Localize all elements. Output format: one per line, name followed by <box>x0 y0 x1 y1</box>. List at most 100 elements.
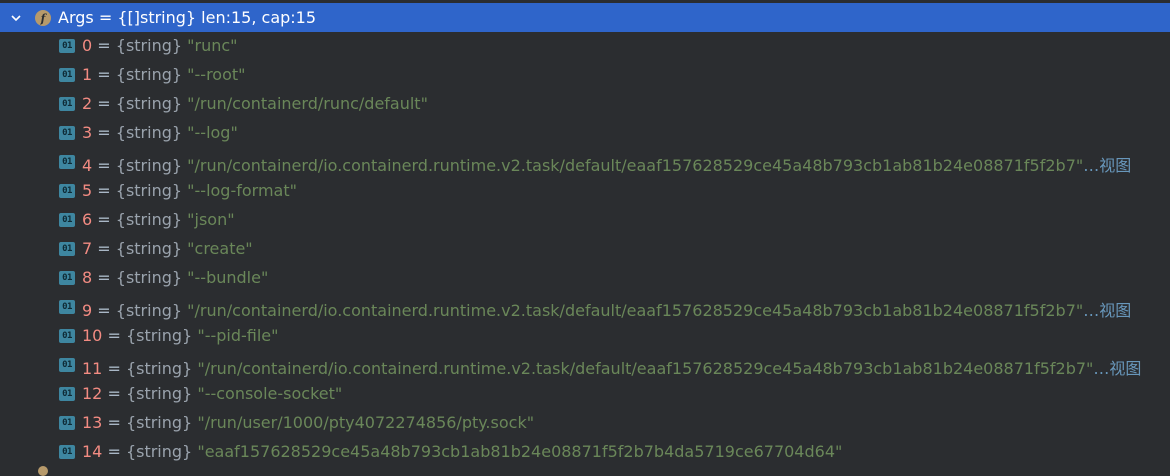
element-index: 0 <box>82 36 93 55</box>
element-label: 0 = {string} "runc" <box>82 36 238 55</box>
element-label: 8 = {string} "--bundle" <box>82 268 268 287</box>
tree-node-element[interactable]: 01 6 = {string} "json" <box>0 206 1170 235</box>
element-type: {string} <box>125 326 193 345</box>
equals-sign: = <box>92 239 116 258</box>
element-index: 11 <box>82 359 103 378</box>
element-label: 7 = {string} "create" <box>82 239 253 258</box>
element-value: "/run/containerd/io.containerd.runtime.v… <box>197 359 1094 378</box>
element-index: 2 <box>82 94 93 113</box>
primitive-value-icon: 01 <box>59 184 75 198</box>
node-label: Args = {[]string} len:15, cap:15 <box>58 8 316 27</box>
primitive-value-icon: 01 <box>59 445 75 459</box>
field-icon: f <box>35 10 51 26</box>
equals-sign: = <box>92 36 116 55</box>
element-type: {string} <box>115 94 183 113</box>
element-value: "/run/containerd/runc/default" <box>187 94 428 113</box>
primitive-value-icon: 01 <box>59 416 75 430</box>
primitive-value-icon: 01 <box>59 387 75 401</box>
element-type: {string} <box>115 181 183 200</box>
tree-node-element[interactable]: 01 12 = {string} "--console-socket" <box>0 380 1170 409</box>
element-label: 13 = {string} "/run/user/1000/pty4072274… <box>82 413 534 432</box>
equals-sign: = <box>93 8 118 27</box>
tree-node-element[interactable]: 01 3 = {string} "--log" <box>0 119 1170 148</box>
primitive-value-icon: 01 <box>59 126 75 140</box>
element-value: "/run/containerd/io.containerd.runtime.v… <box>187 301 1084 320</box>
element-type: {string} <box>125 442 193 461</box>
tree-node-element[interactable]: 01 7 = {string} "create" <box>0 235 1170 264</box>
element-label: 10 = {string} "--pid-file" <box>82 326 279 345</box>
element-index: 8 <box>82 268 93 287</box>
element-type: {string} <box>115 268 183 287</box>
equals-sign: = <box>92 301 116 320</box>
field-icon-partial <box>38 466 48 476</box>
equals-sign: = <box>92 123 116 142</box>
equals-sign: = <box>92 156 116 175</box>
view-more-link[interactable]: …视图 <box>1083 156 1131 175</box>
element-type: {string} <box>125 359 193 378</box>
view-more-link[interactable]: …视图 <box>1083 301 1131 320</box>
element-type: {string} <box>115 65 183 84</box>
tree-node-element[interactable]: 01 8 = {string} "--bundle" <box>0 264 1170 293</box>
tree-node-element[interactable]: 01 9 = {string} "/run/containerd/io.conta… <box>0 293 1170 322</box>
variable-name: Args <box>58 8 94 27</box>
equals-sign: = <box>92 181 116 200</box>
tree-node-args[interactable]: f Args = {[]string} len:15, cap:15 <box>0 3 1170 32</box>
element-value: "--pid-file" <box>197 326 279 345</box>
element-label: 4 = {string} "/run/containerd/io.contain… <box>82 152 1131 176</box>
element-type: {string} <box>115 301 183 320</box>
chevron-down-icon[interactable] <box>9 11 23 25</box>
element-index: 7 <box>82 239 93 258</box>
equals-sign: = <box>102 442 126 461</box>
element-type: {string} <box>115 156 183 175</box>
primitive-value-icon: 01 <box>59 358 75 372</box>
element-value: "--log" <box>187 123 238 142</box>
tree-node-element[interactable]: 01 14 = {string} "eaaf157628529ce45a48b79… <box>0 438 1170 467</box>
element-value: "--console-socket" <box>197 384 343 403</box>
element-value: "/run/containerd/io.containerd.runtime.v… <box>187 156 1084 175</box>
equals-sign: = <box>102 384 126 403</box>
view-more-link[interactable]: …视图 <box>1093 359 1141 378</box>
element-value: "--bundle" <box>187 268 269 287</box>
element-type: {string} <box>115 123 183 142</box>
primitive-value-icon: 01 <box>59 39 75 53</box>
tree-node-element[interactable]: 01 4 = {string} "/run/containerd/io.conta… <box>0 148 1170 177</box>
primitive-value-icon: 01 <box>59 271 75 285</box>
element-type: {string} <box>125 384 193 403</box>
tree-node-element[interactable]: 01 0 = {string} "runc" <box>0 32 1170 61</box>
tree-node-element[interactable]: 01 11 = {string} "/run/containerd/io.cont… <box>0 351 1170 380</box>
primitive-value-icon: 01 <box>59 155 75 169</box>
element-index: 9 <box>82 301 93 320</box>
element-label: 9 = {string} "/run/containerd/io.contain… <box>82 297 1131 321</box>
element-value: "create" <box>187 239 253 258</box>
element-label: 3 = {string} "--log" <box>82 123 238 142</box>
element-type: {string} <box>115 36 183 55</box>
primitive-value-icon: 01 <box>59 242 75 256</box>
primitive-value-icon: 01 <box>59 300 75 314</box>
equals-sign: = <box>102 359 126 378</box>
element-value: "json" <box>187 210 235 229</box>
tree-node-element[interactable]: 01 5 = {string} "--log-format" <box>0 177 1170 206</box>
element-index: 13 <box>82 413 103 432</box>
element-label: 5 = {string} "--log-format" <box>82 181 297 200</box>
element-index: 10 <box>82 326 103 345</box>
element-index: 3 <box>82 123 93 142</box>
tree-node-element[interactable]: 01 2 = {string} "/run/containerd/runc/def… <box>0 90 1170 119</box>
equals-sign: = <box>92 210 116 229</box>
element-value: "/run/user/1000/pty4072274856/pty.sock" <box>197 413 535 432</box>
equals-sign: = <box>102 413 126 432</box>
equals-sign: = <box>92 65 116 84</box>
tree-node-element[interactable]: 01 1 = {string} "--root" <box>0 61 1170 90</box>
element-type: {string} <box>115 210 183 229</box>
primitive-value-icon: 01 <box>59 329 75 343</box>
variable-summary: {[]string} len:15, cap:15 <box>117 8 317 27</box>
variables-tree: f Args = {[]string} len:15, cap:15 01 0 =… <box>0 0 1170 476</box>
primitive-value-icon: 01 <box>59 213 75 227</box>
element-index: 6 <box>82 210 93 229</box>
tree-node-element[interactable]: 01 10 = {string} "--pid-file" <box>0 322 1170 351</box>
equals-sign: = <box>102 326 126 345</box>
element-label: 14 = {string} "eaaf157628529ce45a48b793c… <box>82 442 842 461</box>
primitive-value-icon: 01 <box>59 97 75 111</box>
element-label: 1 = {string} "--root" <box>82 65 246 84</box>
element-index: 1 <box>82 65 93 84</box>
tree-node-element[interactable]: 01 13 = {string} "/run/user/1000/pty40722… <box>0 409 1170 438</box>
